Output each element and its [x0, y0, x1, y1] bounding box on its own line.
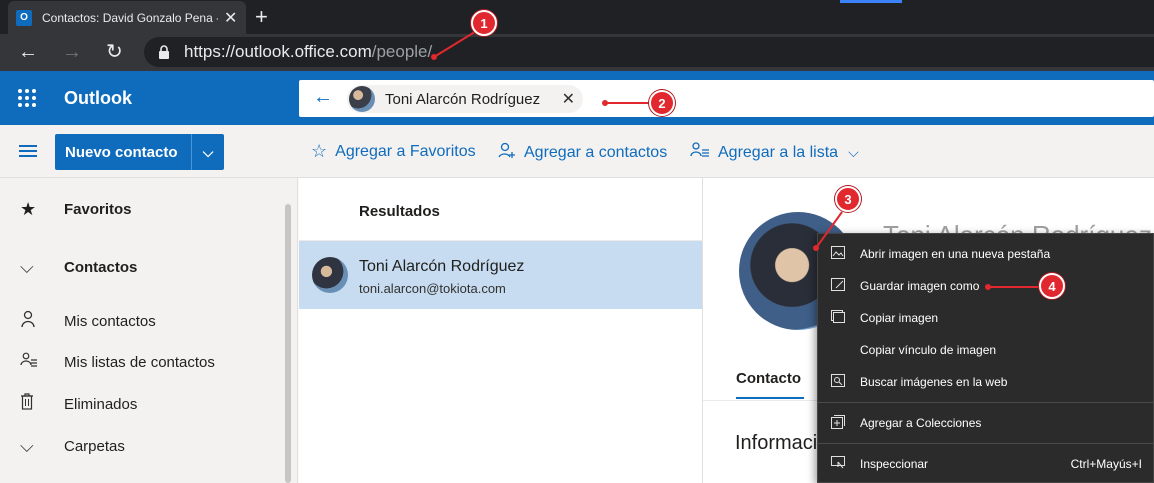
annotation-badge: 1	[471, 10, 497, 36]
open-image-icon	[818, 246, 860, 262]
tab-title: Contactos: David Gonzalo Pena -	[42, 10, 218, 25]
sidebar-item-contactos[interactable]: ⌵ Contactos	[0, 252, 280, 282]
result-name: Toni Alarcón Rodríguez	[359, 258, 525, 275]
menu-item-label: Copiar vínculo de imagen	[860, 343, 997, 357]
person-icon	[0, 310, 64, 333]
add-favorites-button[interactable]: ☆ Agregar a Favoritos	[311, 141, 476, 162]
menu-item-label: Guardar imagen como	[860, 279, 980, 293]
add-contacts-label: Agregar a contactos	[524, 143, 668, 161]
sidebar-item-carpetas[interactable]: ⌵ Carpetas	[0, 431, 280, 461]
sidebar-item-label: Carpetas	[64, 437, 125, 455]
new-tab-icon[interactable]: +	[255, 4, 268, 30]
add-person-icon	[498, 141, 516, 164]
search-chip[interactable]: Toni Alarcón Rodríguez ✕	[347, 85, 583, 113]
sidebar-scrollbar[interactable]	[285, 204, 291, 483]
sidebar-item-favoritos[interactable]: ★ Favoritos	[0, 194, 280, 224]
context-menu: Abrir imagen en una nueva pestaña Guarda…	[817, 233, 1154, 483]
back-arrow-icon[interactable]: ←	[18, 41, 38, 63]
add-favorites-label: Agregar a Favoritos	[335, 142, 476, 160]
chevron-down-icon[interactable]: ⌵	[192, 144, 224, 161]
menu-item-inspect[interactable]: Inspeccionar Ctrl+Mayús+I	[818, 449, 1153, 479]
trash-icon	[0, 393, 64, 415]
menu-item-save-image[interactable]: Guardar imagen como	[818, 271, 1153, 301]
menu-item-shortcut: Ctrl+Mayús+I	[1070, 457, 1142, 471]
menu-item-search-image[interactable]: Buscar imágenes en la web	[818, 367, 1153, 397]
people-list-icon	[0, 351, 64, 374]
new-contact-label: Nuevo contacto	[65, 143, 178, 161]
browser-tab[interactable]: O Contactos: David Gonzalo Pena - ✕	[8, 1, 246, 34]
menu-item-copy-image-link[interactable]: Copiar vínculo de imagen	[818, 335, 1153, 365]
menu-item-label: Copiar imagen	[860, 311, 939, 325]
outlook-favicon-icon: O	[16, 9, 32, 26]
search-box[interactable]: ← Toni Alarcón Rodríguez ✕	[299, 80, 1154, 117]
search-image-icon	[818, 374, 860, 390]
result-email: toni.alarcon@tokiota.com	[359, 281, 506, 296]
sidebar-item-label: Favoritos	[64, 200, 132, 218]
annotation-badge: 2	[649, 90, 675, 116]
hamburger-menu-icon[interactable]	[19, 145, 37, 160]
add-list-button[interactable]: Agregar a la lista ⌵	[690, 141, 859, 164]
sidebar-item-label: Mis listas de contactos	[64, 353, 215, 371]
command-bar: Nuevo contacto ⌵ ☆ Agregar a Favoritos A…	[0, 125, 1154, 178]
sidebar-item-mis-contactos[interactable]: Mis contactos	[0, 306, 280, 336]
collections-icon	[818, 414, 860, 432]
list-item[interactable]: Toni Alarcón Rodríguez toni.alarcon@toki…	[299, 241, 702, 309]
browser-toolbar: ← → ↻ https://outlook.office.com/people/	[0, 34, 1154, 71]
save-image-icon	[818, 278, 860, 294]
new-contact-button[interactable]: Nuevo contacto ⌵	[55, 134, 224, 170]
annotation-badge: 4	[1039, 273, 1065, 299]
star-outline-icon: ☆	[311, 141, 328, 161]
menu-item-copy-image[interactable]: Copiar imagen	[818, 303, 1153, 333]
back-arrow-icon[interactable]: ←	[313, 86, 333, 109]
menu-item-add-collections[interactable]: Agregar a Colecciones	[818, 408, 1153, 438]
sidebar-item-mis-listas[interactable]: Mis listas de contactos	[0, 347, 280, 377]
sidebar-item-label: Eliminados	[64, 395, 138, 413]
menu-item-label: Buscar imágenes en la web	[860, 375, 1008, 389]
chevron-down-icon[interactable]: ⌵	[0, 257, 64, 278]
close-icon[interactable]: ✕	[224, 8, 237, 28]
reload-icon[interactable]: ↻	[106, 41, 123, 63]
add-contacts-button[interactable]: Agregar a contactos	[498, 141, 667, 164]
results-list: Resultados Toni Alarcón Rodríguez toni.a…	[299, 178, 703, 483]
tab-selected-indicator	[736, 397, 804, 399]
people-list-icon	[690, 141, 710, 164]
address-bar[interactable]: https://outlook.office.com/people/	[144, 37, 1154, 67]
menu-item-label: Abrir imagen en una nueva pestaña	[860, 247, 1051, 261]
menu-item-open-image[interactable]: Abrir imagen en una nueva pestaña	[818, 239, 1153, 269]
chevron-down-icon[interactable]: ⌵	[0, 436, 64, 457]
avatar	[349, 86, 375, 112]
inspect-icon	[818, 456, 860, 472]
app-title[interactable]: Outlook	[64, 88, 132, 109]
sidebar-item-label: Mis contactos	[64, 312, 156, 330]
menu-separator	[818, 443, 1153, 444]
annotation-badge: 3	[835, 186, 861, 212]
results-header: Resultados	[359, 203, 440, 220]
copy-image-icon	[818, 310, 860, 326]
lock-icon	[158, 45, 170, 59]
outlook-header: Outlook ← Toni Alarcón Rodríguez ✕	[0, 71, 1154, 125]
forward-arrow-icon[interactable]: →	[62, 41, 82, 63]
close-icon[interactable]: ✕	[562, 89, 575, 109]
sidebar-item-label: Contactos	[64, 258, 138, 276]
menu-item-label: Agregar a Colecciones	[860, 416, 982, 430]
avatar	[312, 257, 348, 293]
sidebar-item-eliminados[interactable]: Eliminados	[0, 389, 280, 419]
sidebar: ★ Favoritos ⌵ Contactos Mis contactos Mi…	[0, 178, 298, 483]
menu-separator	[818, 402, 1153, 403]
url-text: https://outlook.office.com/people/	[184, 42, 433, 61]
chevron-down-icon[interactable]: ⌵	[848, 144, 859, 161]
browser-tab-bar: O Contactos: David Gonzalo Pena - ✕ +	[0, 0, 1154, 34]
add-list-label: Agregar a la lista	[718, 143, 839, 161]
tab-contacto[interactable]: Contacto	[736, 370, 801, 387]
star-icon: ★	[20, 198, 37, 219]
search-chip-label: Toni Alarcón Rodríguez	[385, 90, 541, 108]
app-launcher-icon[interactable]	[18, 89, 36, 107]
menu-item-label: Inspeccionar	[860, 457, 929, 471]
tab-strip-indicator	[840, 0, 902, 3]
